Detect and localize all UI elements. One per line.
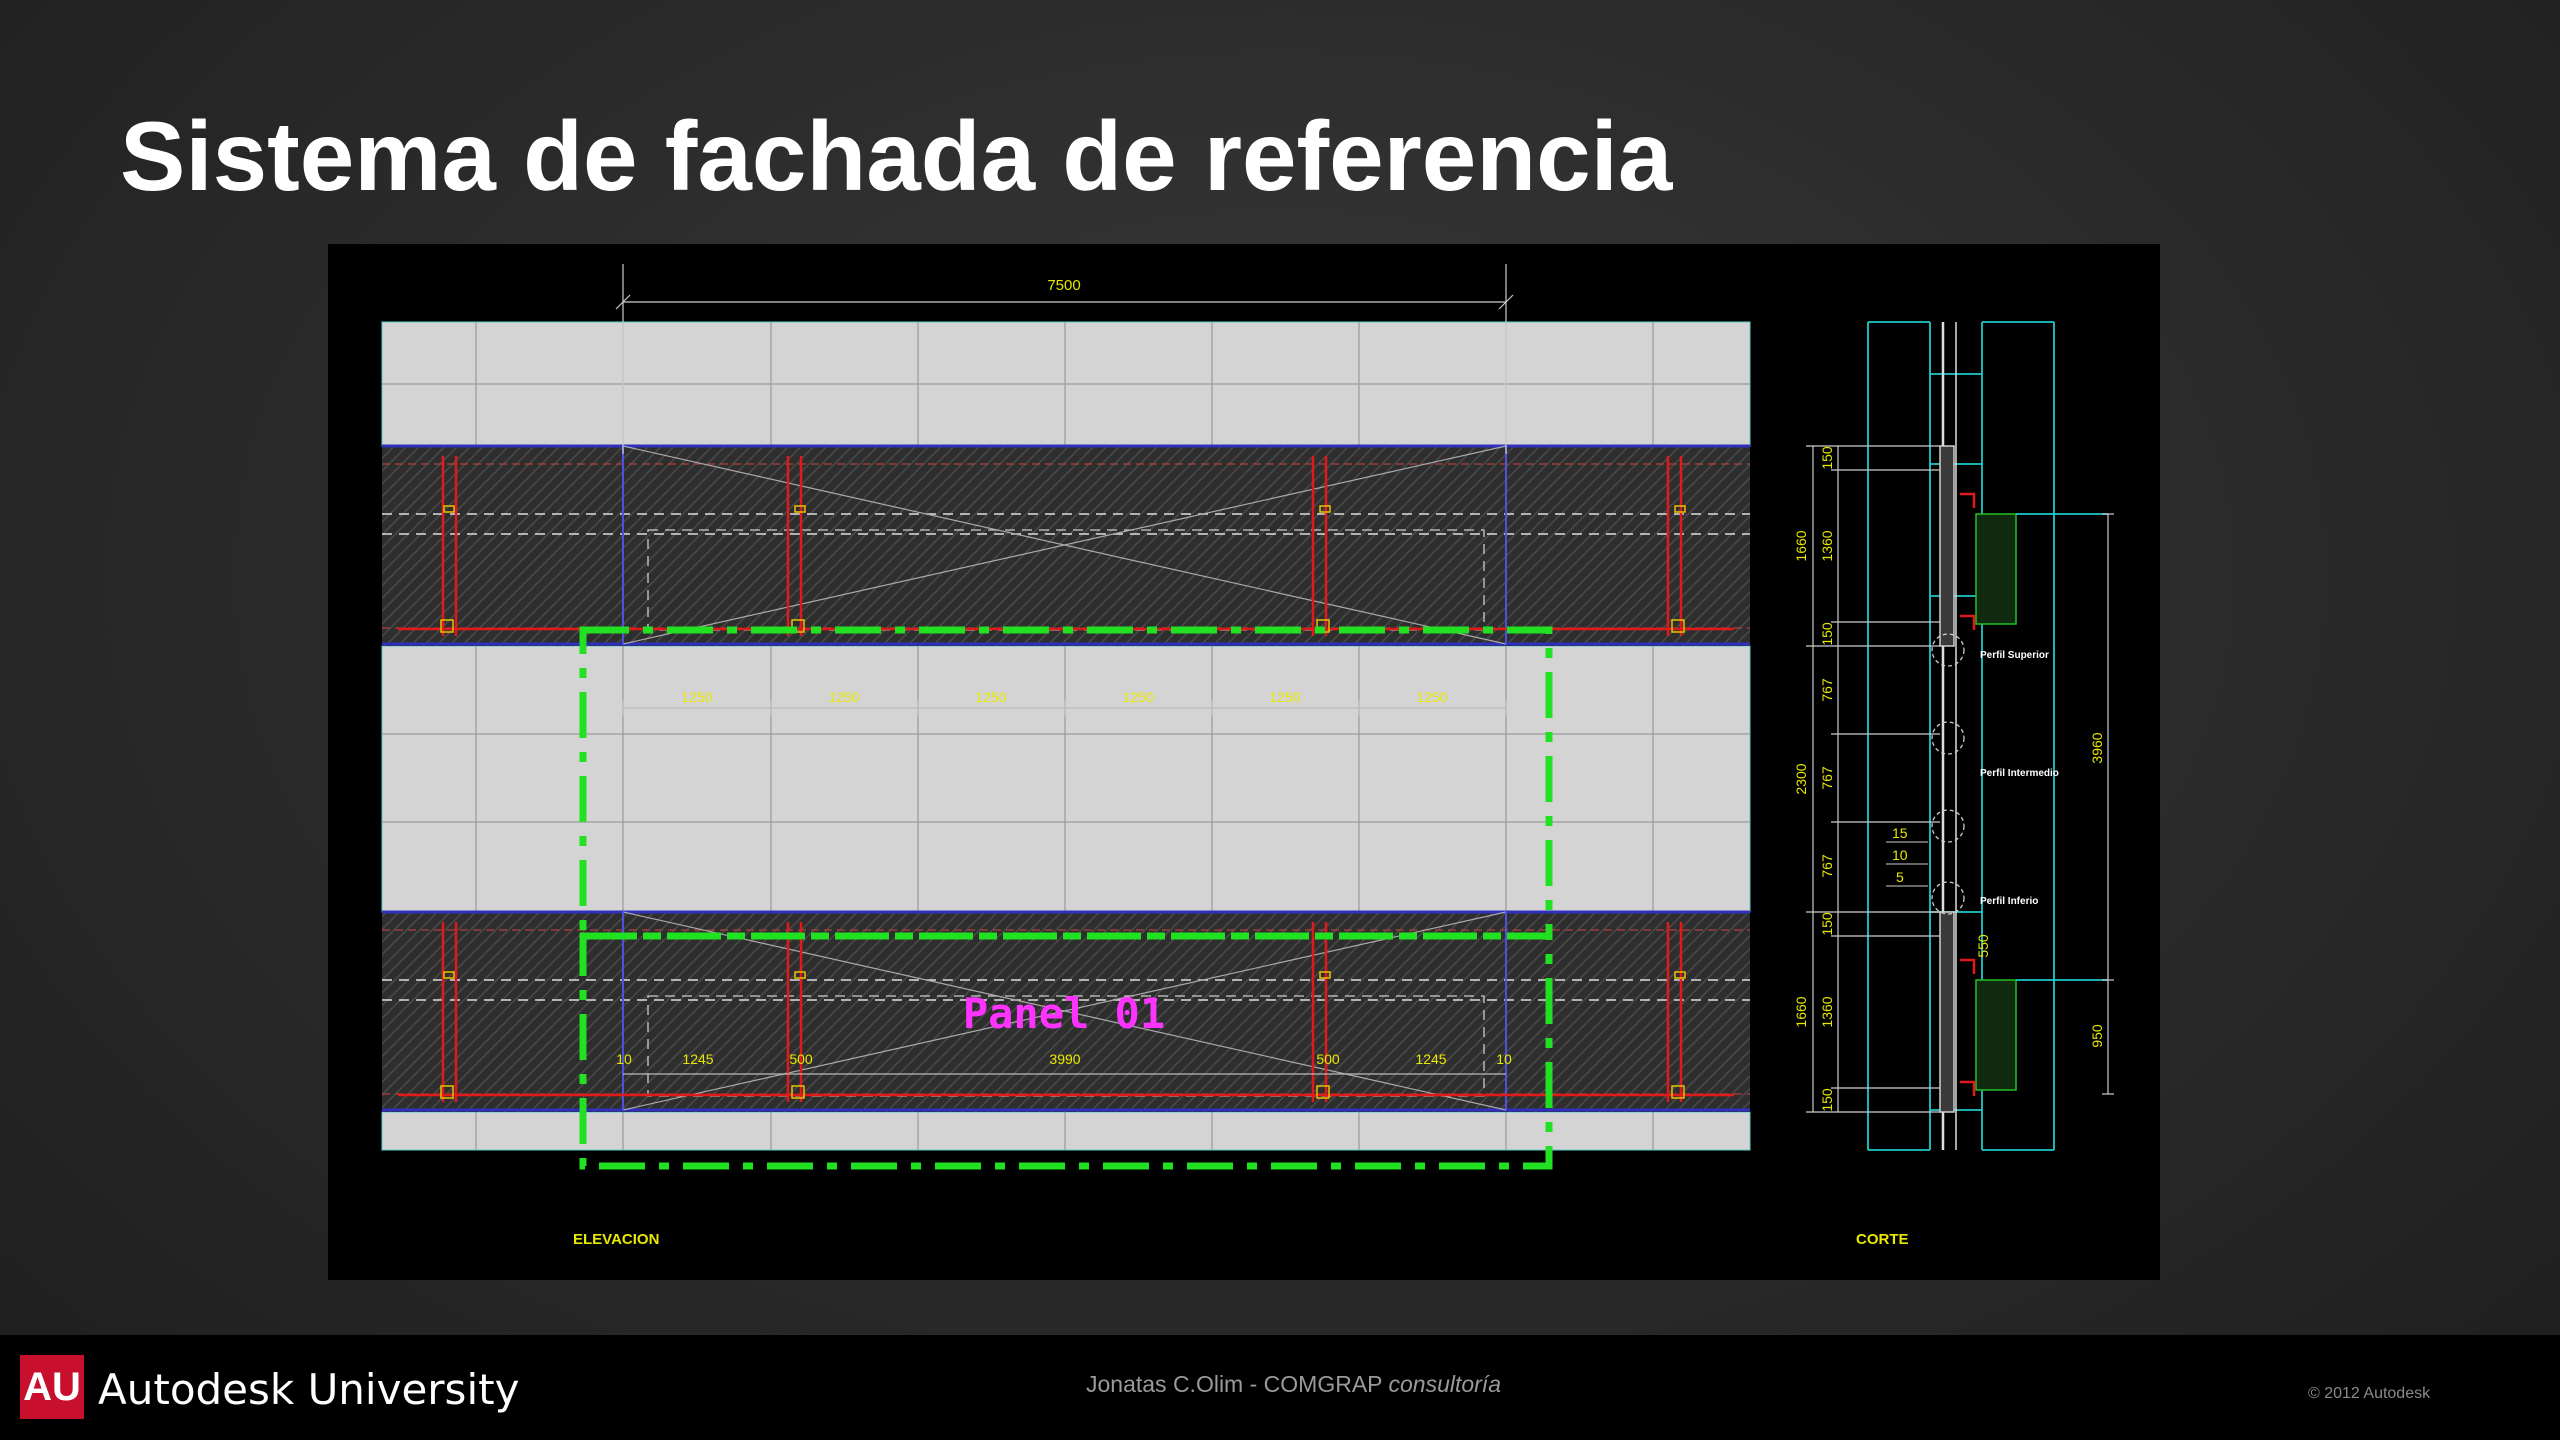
profile-label-inferior: Perfil Inferio [1980, 896, 2038, 907]
section-inner-dim-2: 1360 [1819, 530, 1835, 561]
slide-title: Sistema de fachada de referencia [120, 101, 1673, 211]
section-inner-dim-8: 1360 [1819, 996, 1835, 1027]
section-view: 1660 2300 1660 150 1360 150 767 767 767 … [1793, 321, 2114, 1248]
module-dim-3: 1250 [975, 689, 1006, 705]
author-credit: Jonatas C.Olim - COMGRAP consultoría [1086, 1371, 1501, 1398]
au-logo: AU [20, 1355, 84, 1419]
section-left-dim-2: 2300 [1793, 763, 1809, 794]
section-inner-dim-3: 150 [1819, 622, 1835, 646]
section-label: CORTE [1856, 1231, 1909, 1248]
brand-name: Autodesk University [98, 1365, 520, 1414]
slab-top [1975, 513, 2108, 625]
section-left-dim-3: 1660 [1793, 996, 1809, 1027]
module-dim-1: 1250 [681, 689, 712, 705]
section-detail-dim-3: 5 [1896, 869, 1904, 885]
section-inner-dim-9: 150 [1819, 1088, 1835, 1112]
cad-drawing: 7500 1250 1250 1250 1250 1250 1250 10 12… [328, 244, 2160, 1280]
section-right-dim-2: 950 [2089, 1024, 2105, 1048]
glass-row-middle [381, 645, 1751, 913]
profile-label-superior: Perfil Superior [1980, 650, 2049, 661]
panel-dim-2: 1245 [682, 1051, 713, 1067]
panel-label: Panel 01 [963, 989, 1165, 1038]
footer-bar: AU Autodesk University Jonatas C.Olim - … [0, 1335, 2560, 1440]
section-detail-dim-2: 10 [1892, 847, 1908, 863]
section-inner-dim-1: 150 [1819, 446, 1835, 470]
section-detail-dim-1: 15 [1892, 825, 1908, 841]
elevation-view: 7500 1250 1250 1250 1250 1250 1250 10 12… [381, 264, 1751, 1248]
panel-dim-4: 3990 [1049, 1051, 1080, 1067]
section-inner-dim-4: 767 [1819, 678, 1835, 702]
author-name: Jonatas C.Olim - COMGRAP [1086, 1371, 1383, 1397]
section-right-dim-1: 3960 [2089, 732, 2105, 763]
module-dim-5: 1250 [1269, 689, 1300, 705]
glass-row-bottom [381, 1111, 1751, 1151]
panel-dim-7: 10 [1496, 1051, 1512, 1067]
elevation-label: ELEVACION [573, 1231, 659, 1248]
author-company: consultoría [1388, 1371, 1501, 1397]
panel-dim-5: 500 [1316, 1051, 1340, 1067]
spandrel-band-top [382, 444, 1750, 646]
profile-label-intermedio: Perfil Intermedio [1980, 768, 2059, 779]
module-dim-2: 1250 [828, 689, 859, 705]
copyright: © 2012 Autodesk [2308, 1385, 2431, 1402]
top-dimension-text: 7500 [1047, 277, 1080, 294]
section-inner-dim-5: 767 [1819, 766, 1835, 790]
module-dim-6: 1250 [1416, 689, 1447, 705]
section-left-dim-1: 1660 [1793, 530, 1809, 561]
section-small-dim: 550 [1975, 934, 1991, 958]
module-dim-4: 1250 [1122, 689, 1153, 705]
panel-dim-1: 10 [616, 1051, 632, 1067]
section-inner-dim-6: 767 [1819, 854, 1835, 878]
panel-dim-3: 500 [789, 1051, 813, 1067]
panel-dim-6: 1245 [1415, 1051, 1446, 1067]
section-inner-dim-7: 150 [1819, 912, 1835, 936]
